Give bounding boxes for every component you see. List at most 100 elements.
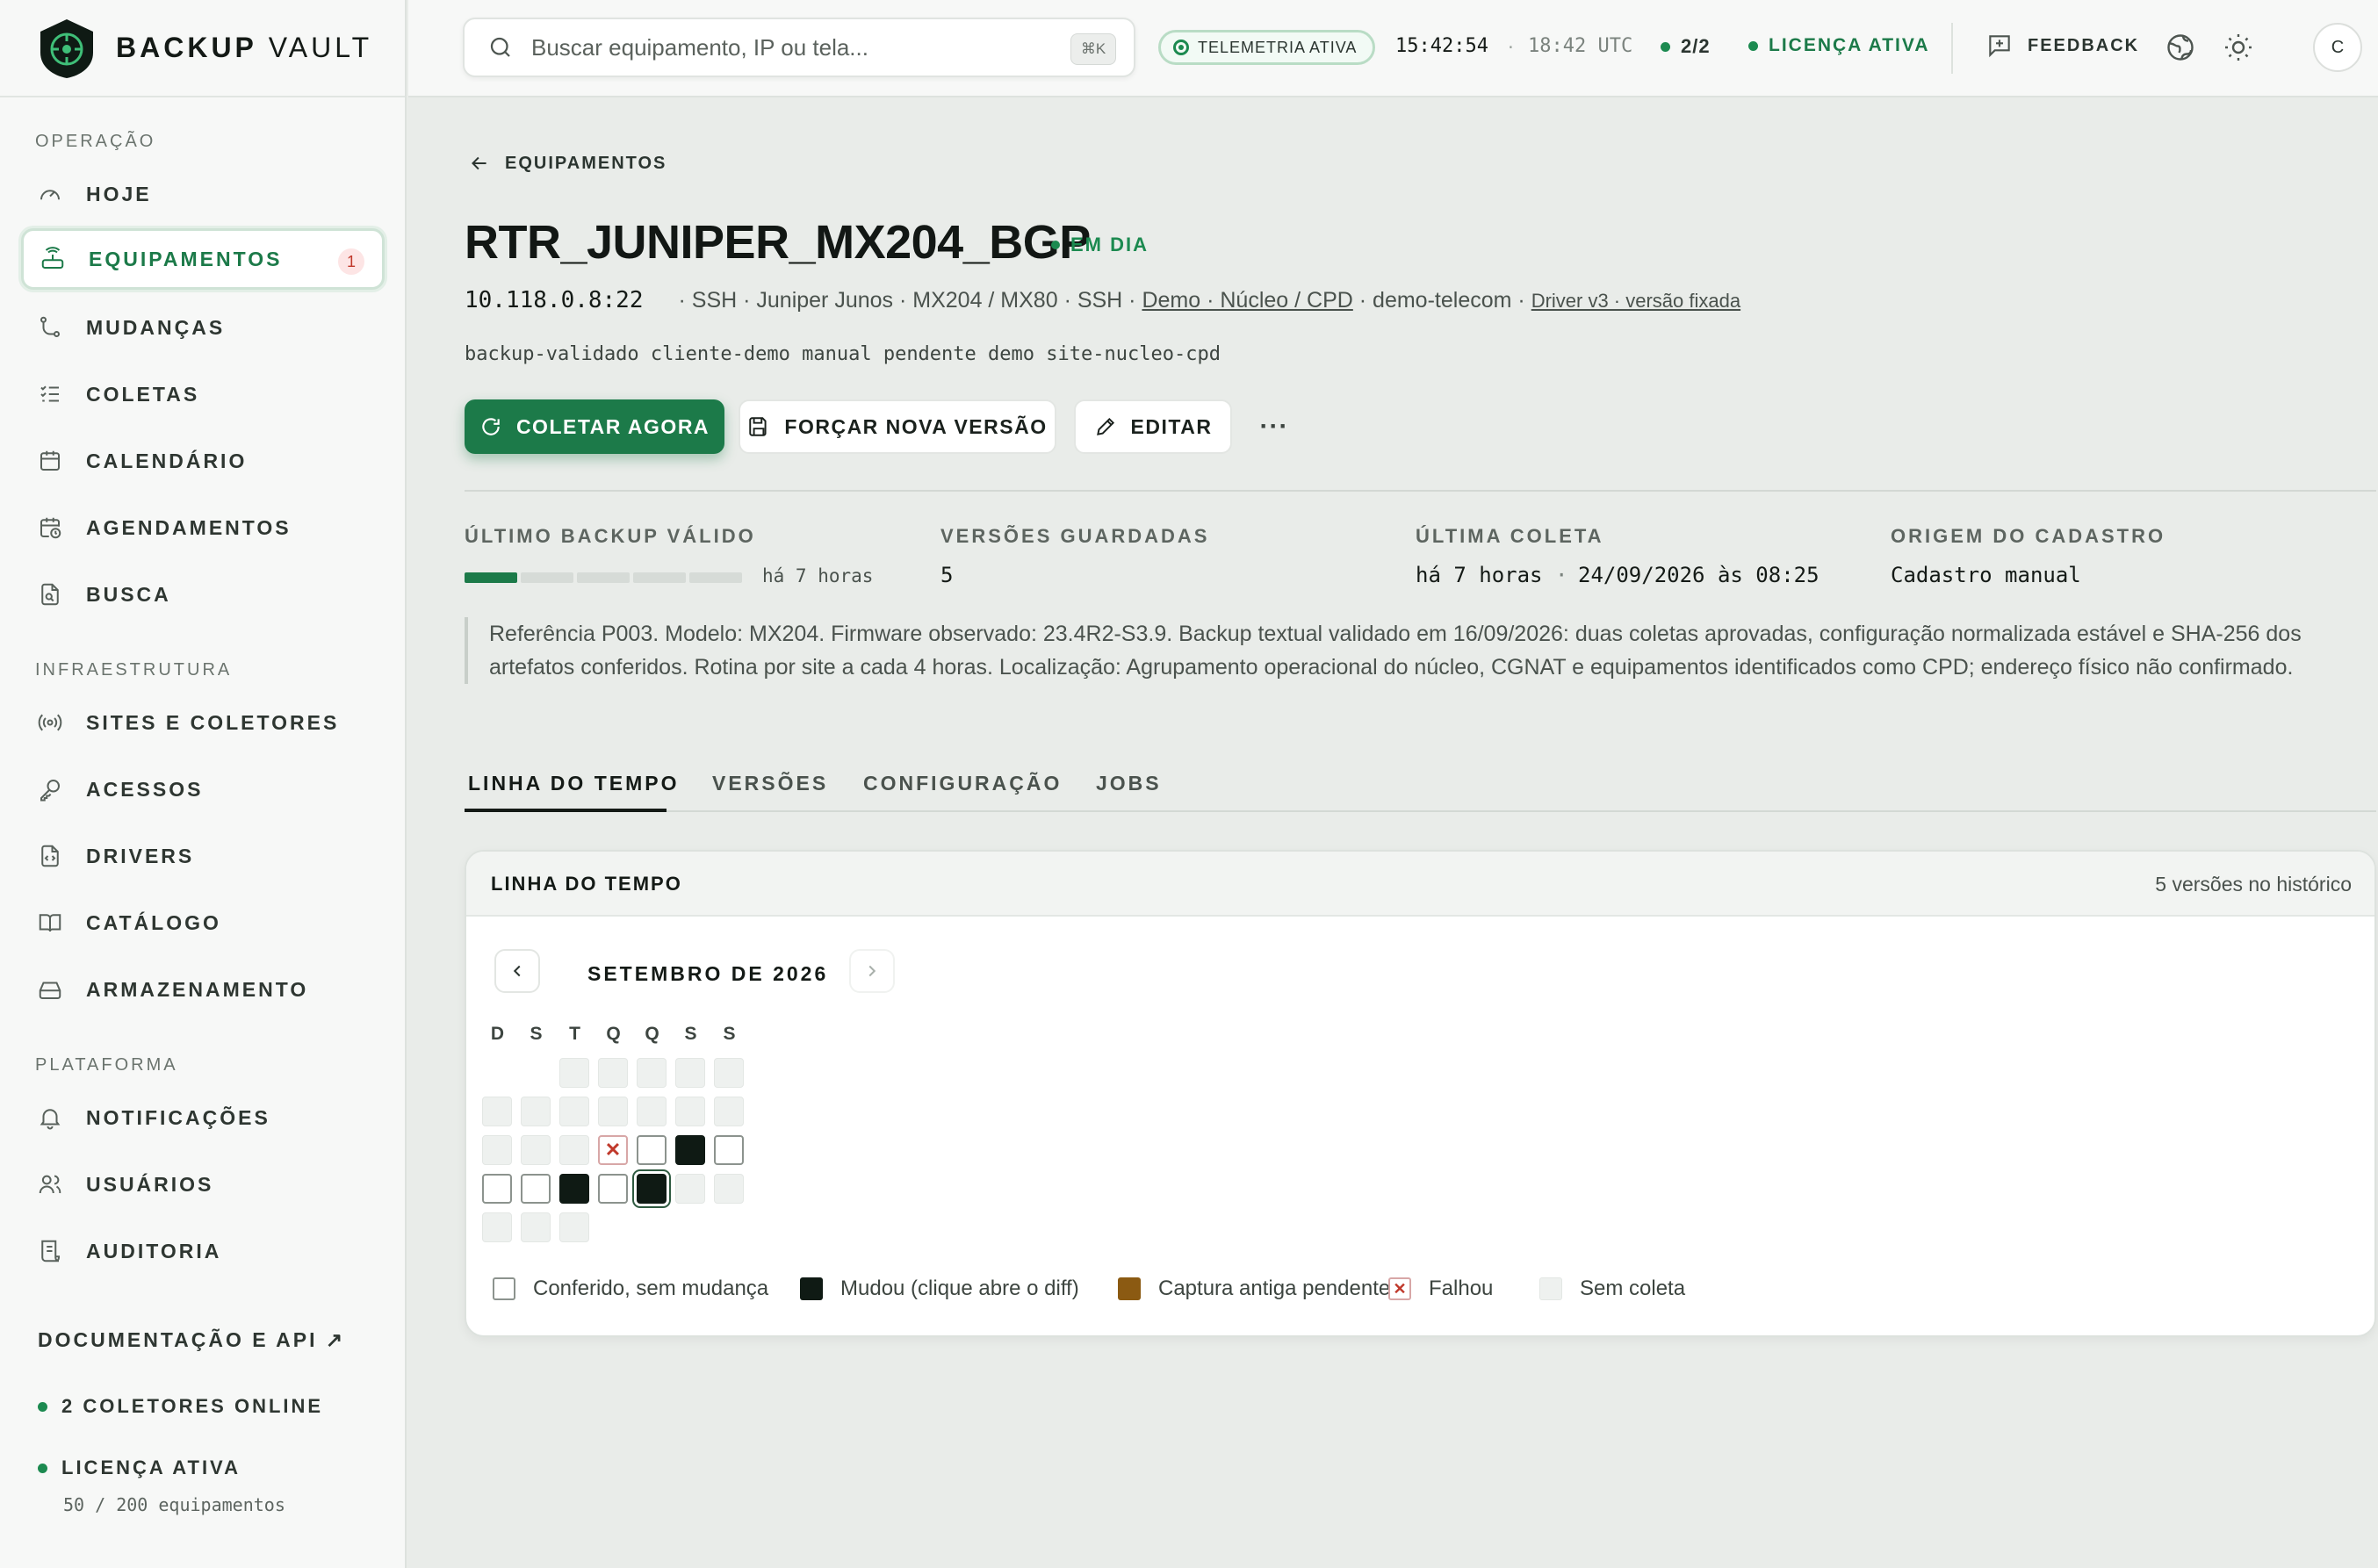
message-plus-icon	[1989, 35, 2010, 58]
sidebar-item-calendario[interactable]: CALENDÁRIO	[21, 430, 385, 492]
device-meta: 10.118.0.8:22 · SSH · Juniper Junos · MX…	[465, 287, 1740, 313]
calendar-day-none	[637, 1097, 667, 1126]
legend-item-fail: ✕ Falhou	[1388, 1277, 1493, 1301]
driver-link[interactable]: Driver v3 · versão fixada	[1531, 290, 1740, 313]
calendar-clock-icon	[40, 517, 61, 539]
globe-icon[interactable]	[2165, 32, 2196, 63]
collectors-counter: 2/2	[1661, 35, 1711, 58]
sidebar-item-mudancas[interactable]: MUDANÇAS	[21, 297, 385, 358]
sidebar-item-sites-coletores[interactable]: SITES E COLETORES	[21, 692, 385, 753]
calendar-day-changed[interactable]	[675, 1135, 705, 1165]
tab-jobs[interactable]: JOBS	[1096, 772, 1162, 795]
legend-item-none: Sem coleta	[1539, 1277, 1685, 1301]
calendar-day-none	[482, 1135, 512, 1165]
calendar-icon	[40, 450, 60, 471]
calendar-day-none	[714, 1058, 744, 1088]
sidebar-item-drivers[interactable]: DRIVERS	[21, 825, 385, 887]
calendar-day-none	[598, 1097, 628, 1126]
last-collect-separator: ·	[1555, 563, 1568, 587]
last-collect-date: 24/09/2026 às 08:25	[1578, 563, 1820, 587]
sun-icon[interactable]	[2223, 32, 2254, 63]
user-avatar[interactable]: C	[2313, 23, 2362, 72]
force-new-version-button[interactable]: FORÇAR NOVA VERSÃO	[739, 399, 1056, 454]
weekday-label: Q	[645, 1024, 660, 1044]
docs-api-link[interactable]: DOCUMENTAÇÃO E API ↗	[38, 1328, 345, 1352]
brand-name: BACKUP VAULT	[116, 32, 373, 63]
file-code-icon	[41, 845, 59, 867]
search-input[interactable]: Buscar equipamento, IP ou tela...	[531, 34, 868, 61]
topbar-divider	[1951, 23, 1953, 74]
utc-time: 18:42 UTC	[1528, 35, 1633, 57]
timeline-card-header: LINHA DO TEMPO 5 versões no histórico	[466, 852, 2374, 917]
calendar-day-none	[675, 1058, 705, 1088]
sidebar-item-busca[interactable]: BUSCA	[21, 564, 385, 625]
legend-swatch	[493, 1277, 515, 1300]
gauge-icon	[40, 190, 60, 200]
sidebar-item-equipamentos[interactable]: EQUIPAMENTOS 1	[21, 228, 385, 290]
sidebar-item-auditoria[interactable]: AUDITORIA	[21, 1220, 385, 1282]
status-dot	[1661, 41, 1670, 52]
status-dot	[38, 1463, 47, 1473]
calendar-month: SETEMBRO DE 2026	[587, 962, 829, 985]
prev-month-button[interactable]	[494, 949, 540, 993]
save-icon	[749, 417, 767, 436]
main-content: EQUIPAMENTOS RTR_JUNIPER_MX204_BGP EM DI…	[408, 97, 2378, 1568]
status-dot	[1748, 40, 1758, 51]
collect-now-button[interactable]: COLETAR AGORA	[465, 399, 724, 454]
calendar-day-changed[interactable]	[559, 1174, 589, 1204]
calendar-day-ok	[637, 1135, 667, 1165]
sidebar-item-acessos[interactable]: ACESSOS	[21, 759, 385, 820]
calendar-day-none	[521, 1097, 551, 1126]
feedback-button[interactable]: FEEDBACK	[1985, 32, 2139, 60]
calendar-day-none	[714, 1174, 744, 1204]
sidebar-item-agendamentos[interactable]: AGENDAMENTOS	[21, 497, 385, 558]
bell-icon	[40, 1109, 61, 1130]
search-box[interactable]: Buscar equipamento, IP ou tela... ⌘K	[463, 18, 1135, 77]
last-backup-value: há 7 horas	[762, 565, 874, 586]
weekday-label: S	[530, 1024, 544, 1044]
tab-versoes[interactable]: VERSÕES	[712, 772, 828, 795]
key-icon	[40, 780, 60, 802]
sidebar-item-coletas[interactable]: COLETAS	[21, 363, 385, 425]
tab-configuracao[interactable]: CONFIGURAÇÃO	[863, 772, 1062, 795]
timeline-card-title: LINHA DO TEMPO	[491, 873, 682, 895]
brand[interactable]: BACKUP VAULT	[0, 0, 405, 97]
calendar-day-ok	[482, 1174, 512, 1204]
collectors-online-status: 2 COLETORES ONLINE	[38, 1395, 323, 1418]
router-icon	[41, 247, 64, 269]
calendar-day-none	[559, 1212, 589, 1242]
site-link[interactable]: Demo · Núcleo / CPD	[1142, 288, 1352, 313]
edit-button[interactable]: EDITAR	[1074, 399, 1232, 454]
calendar-day-failed[interactable]: ✕	[598, 1135, 628, 1165]
divider	[465, 490, 2376, 492]
legend-item-ok: Conferido, sem mudança	[493, 1277, 768, 1301]
local-time: 15:42:54	[1395, 35, 1488, 57]
back-to-equipamentos[interactable]: EQUIPAMENTOS	[468, 152, 667, 175]
calendar-day-changed-selected[interactable]	[637, 1174, 667, 1204]
status-badge: EM DIA	[1051, 234, 1149, 256]
active-tab-indicator	[465, 809, 667, 812]
equipamentos-badge: 1	[338, 248, 364, 275]
legend-swatch	[1539, 1277, 1562, 1300]
origin-label: ORIGEM DO CADASTRO	[1891, 525, 2166, 547]
telemetry-icon	[1173, 40, 1189, 55]
sidebar-item-armazenamento[interactable]: ARMAZENAMENTO	[21, 959, 385, 1020]
hard-drive-icon	[39, 982, 61, 999]
calendar-day-none	[482, 1212, 512, 1242]
calendar-day-none	[559, 1097, 589, 1126]
tab-linha-do-tempo[interactable]: LINHA DO TEMPO	[468, 772, 679, 795]
next-month-button[interactable]	[849, 949, 895, 993]
device-protocol-info: · SSH · Juniper Junos · MX204 / MX80 · S…	[678, 288, 1136, 313]
sidebar-item-catalogo[interactable]: CATÁLOGO	[21, 892, 385, 953]
license-usage: 50 / 200 equipamentos	[63, 1494, 285, 1515]
telemetry-badge: TELEMETRIA ATIVA	[1158, 30, 1376, 65]
sidebar-item-notificacoes[interactable]: NOTIFICAÇÕES	[21, 1087, 385, 1148]
weekday-label: Q	[606, 1024, 622, 1044]
device-tags: backup-validado cliente-demo manual pend…	[465, 343, 1221, 365]
license-status: LICENÇA ATIVA	[38, 1457, 241, 1479]
more-actions-button[interactable]: ···	[1255, 399, 1293, 454]
radio-icon	[38, 714, 62, 731]
sidebar-item-hoje[interactable]: HOJE	[21, 163, 385, 225]
versions-value: 5	[940, 563, 954, 587]
sidebar-item-usuarios[interactable]: USUÁRIOS	[21, 1154, 385, 1215]
